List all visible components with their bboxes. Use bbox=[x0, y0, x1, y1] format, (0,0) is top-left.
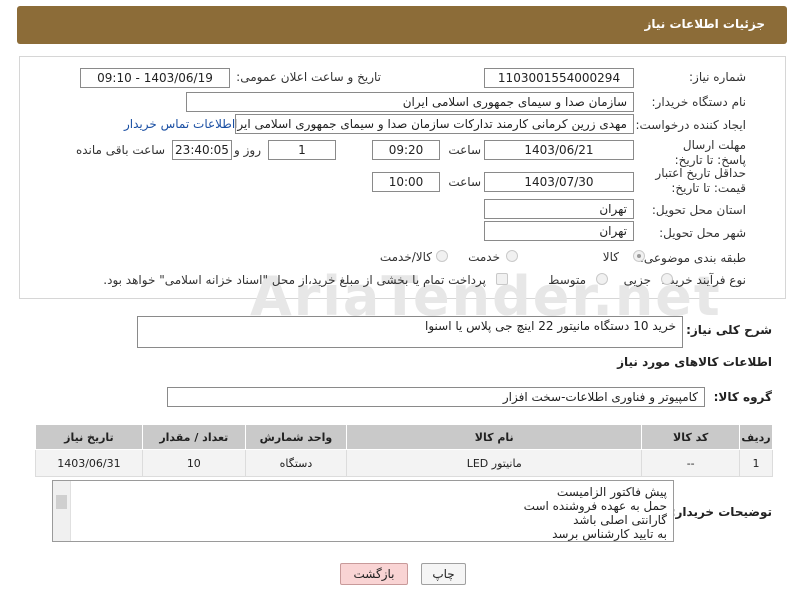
price-time-field: 10:00 bbox=[372, 172, 440, 192]
price-time-label: ساعت bbox=[448, 175, 481, 189]
city-label: شهر محل تحویل: bbox=[659, 226, 746, 240]
column-header-row: ردیف bbox=[739, 424, 773, 450]
price-validity-date-field: 1403/07/30 bbox=[484, 172, 634, 192]
goods-table-header: ردیف کد کالا نام کالا واحد شمارش تعداد /… bbox=[35, 424, 773, 450]
province-label: استان محل تحویل: bbox=[651, 203, 746, 217]
need-number-field: 1103001554000294 bbox=[484, 68, 634, 88]
goods-group-label: گروه کالا: bbox=[713, 390, 772, 404]
goods-info-title: اطلاعات کالاهای مورد نیاز bbox=[617, 355, 772, 369]
category-radio-service[interactable] bbox=[506, 250, 518, 262]
reply-time-label: ساعت bbox=[448, 143, 481, 157]
time-remaining-label: ساعت باقی مانده bbox=[75, 143, 165, 157]
cell-name: مانیتور LED bbox=[346, 449, 643, 477]
process-radio-medium[interactable] bbox=[596, 273, 608, 285]
page-header: جزئیات اطلاعات نیاز bbox=[17, 6, 787, 44]
time-remaining-field: 23:40:05 bbox=[172, 140, 232, 160]
goods-table: ردیف کد کالا نام کالا واحد شمارش تعداد /… bbox=[35, 424, 773, 477]
goods-group-field: کامپیوتر و فناوری اطلاعات-سخت افزار bbox=[167, 387, 705, 407]
category-option-goods: کالا bbox=[602, 250, 619, 264]
category-option-goods-service: کالا/خدمت bbox=[379, 250, 432, 264]
description-textarea[interactable]: خرید 10 دستگاه مانیتور 22 اینچ جی پلاس ی… bbox=[137, 316, 683, 348]
cell-code: -- bbox=[641, 449, 741, 477]
need-number-label: شماره نیاز: bbox=[689, 70, 746, 84]
buyer-note-line: به تایید کارشناس برسد bbox=[552, 527, 667, 541]
page-title: جزئیات اطلاعات نیاز bbox=[644, 17, 765, 31]
process-radio-minor[interactable] bbox=[661, 273, 673, 285]
notes-scrollbar[interactable] bbox=[53, 481, 71, 541]
description-label: شرح کلی نیاز: bbox=[686, 323, 772, 337]
buyer-note-line: حمل به عهده فروشنده است bbox=[523, 499, 667, 513]
column-header-quantity: تعداد / مقدار bbox=[141, 424, 246, 450]
buyer-field: سازمان صدا و سیمای جمهوری اسلامی ایران bbox=[186, 92, 634, 112]
announce-field: 1403/06/19 - 09:10 bbox=[80, 68, 230, 88]
buyer-note-line: گارانتی اصلی باشد bbox=[573, 513, 667, 527]
reply-deadline-label: مهلت ارسال پاسخ: تا تاریخ: bbox=[674, 138, 746, 167]
print-button[interactable]: چاپ bbox=[421, 563, 466, 585]
days-remaining-field: 1 bbox=[268, 140, 336, 160]
buyer-notes-label: توضیحات خریدار: bbox=[670, 505, 772, 519]
buyer-notes-textarea[interactable]: پیش فاکتور الزامیست حمل به عهده فروشنده … bbox=[52, 480, 674, 542]
days-label: روز و bbox=[234, 143, 261, 157]
creator-field: مهدی زرین کرمانی کارمند تدارکات سازمان ص… bbox=[235, 114, 634, 134]
buyer-label: نام دستگاه خریدار: bbox=[651, 95, 747, 109]
creator-label: ایجاد کننده درخواست: bbox=[635, 118, 746, 132]
category-radio-goods-service[interactable] bbox=[436, 250, 448, 262]
city-field: تهران bbox=[484, 221, 634, 241]
province-field: تهران bbox=[484, 199, 634, 219]
category-radio-goods[interactable] bbox=[633, 250, 645, 262]
process-label: نوع فرآیند خرید : bbox=[661, 273, 746, 287]
reply-time-field: 09:20 bbox=[372, 140, 440, 160]
announce-label: تاریخ و ساعت اعلان عمومی: bbox=[236, 70, 381, 84]
cell-row-number: 1 bbox=[739, 449, 773, 477]
cell-quantity: 10 bbox=[141, 449, 246, 477]
back-button[interactable]: بازگشت bbox=[340, 563, 408, 585]
category-option-service: خدمت bbox=[468, 250, 500, 264]
price-validity-label: حداقل تاریخ اعتبار قیمت: تا تاریخ: bbox=[655, 166, 746, 195]
category-label: طبقه بندی موضوعی: bbox=[639, 251, 746, 265]
buyer-contact-link[interactable]: اطلاعات تماس خریدار bbox=[124, 117, 235, 131]
cell-unit: دستگاه bbox=[244, 449, 348, 477]
scrollbar-thumb[interactable] bbox=[56, 495, 67, 509]
reply-date-field: 1403/06/21 bbox=[484, 140, 634, 160]
column-header-code: کد کالا bbox=[641, 424, 741, 450]
column-header-unit: واحد شمارش bbox=[244, 424, 348, 450]
column-header-date: تاریخ نیاز bbox=[35, 424, 143, 450]
treasury-payment-note: پرداخت تمام یا بخشی از مبلغ خرید،از محل … bbox=[103, 273, 486, 287]
column-header-name: نام کالا bbox=[346, 424, 643, 450]
process-option-minor: جزیی bbox=[623, 273, 651, 287]
process-option-medium: متوسط bbox=[548, 273, 586, 287]
treasury-payment-checkbox[interactable] bbox=[496, 273, 508, 285]
table-row: 1 -- مانیتور LED دستگاه 10 1403/06/31 bbox=[35, 449, 773, 477]
cell-date: 1403/06/31 bbox=[35, 449, 143, 477]
buyer-note-line: پیش فاکتور الزامیست bbox=[556, 485, 667, 499]
